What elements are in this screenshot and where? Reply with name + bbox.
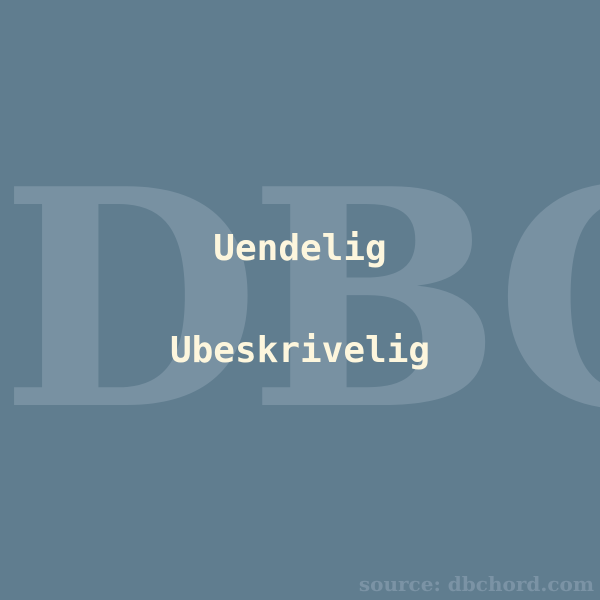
lyric-line-1: Uendelig — [213, 228, 387, 269]
watermark-logo: DBC — [0, 123, 600, 476]
lyric-card: DBC Uendelig Ubeskrivelig source: dbchor… — [0, 0, 600, 600]
lyric-line-2: Ubeskrivelig — [169, 330, 431, 371]
source-credit: source: dbchord.com — [358, 572, 594, 596]
